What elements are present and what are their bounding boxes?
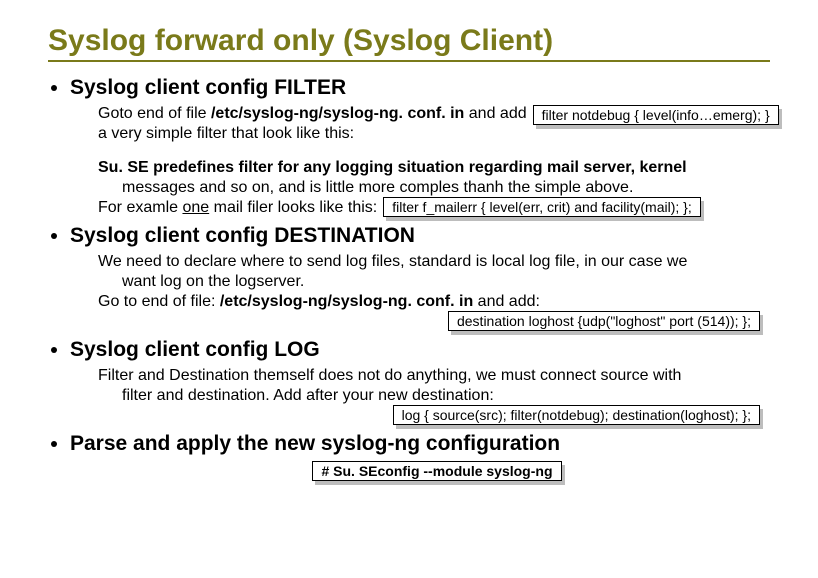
codebox-log: log { source(src); filter(notdebug); des… <box>393 406 760 426</box>
slide: Syslog forward only (Syslog Client) Sysl… <box>0 0 818 502</box>
page-title: Syslog forward only (Syslog Client) <box>48 24 770 58</box>
section-parse: Parse and apply the new syslog-ng config… <box>70 432 770 482</box>
filter-line1-row: Goto end of file /etc/syslog-ng/syslog-n… <box>98 104 770 144</box>
file-path: /etc/syslog-ng/syslog-ng. conf. in <box>220 293 473 310</box>
section-heading: Syslog client config LOG <box>70 338 320 361</box>
filter-body: Goto end of file /etc/syslog-ng/syslog-n… <box>98 104 770 218</box>
text: filter and destination. Add after your n… <box>122 386 770 406</box>
code: destination loghost {udp("loghost" port … <box>448 311 760 331</box>
codebox-filter-notdebug: filter notdebug { level(info…emerg); } <box>533 106 779 126</box>
codebox-filter-mailerr: filter f_mailerr { level(err, crit) and … <box>383 198 701 218</box>
code: log { source(src); filter(notdebug); des… <box>393 405 760 425</box>
log-codebox-row: log { source(src); filter(notdebug); des… <box>98 406 770 426</box>
code: filter f_mailerr { level(err, crit) and … <box>383 197 701 217</box>
text: messages and so on, and is little more c… <box>122 178 770 198</box>
filter-text-block: Goto end of file /etc/syslog-ng/syslog-n… <box>98 104 527 144</box>
codebox-suseconfig: # Su. SEconfig --module syslog-ng <box>312 462 561 482</box>
text: Su. SE predefines filter for any logging… <box>98 159 687 176</box>
text: a very simple filter that look like this… <box>98 125 354 142</box>
dest-codebox-row: destination loghost {udp("loghost" port … <box>98 312 770 332</box>
parse-body: # Su. SEconfig --module syslog-ng <box>98 462 770 482</box>
text: mail filer looks like this: <box>209 199 377 216</box>
spacer <box>98 144 770 158</box>
text: and add <box>464 105 526 122</box>
underlined: one <box>182 199 209 216</box>
text: and add: <box>473 293 540 310</box>
bullet-list: Syslog client config FILTER Goto end of … <box>48 76 770 482</box>
code: # Su. SEconfig --module syslog-ng <box>312 461 561 481</box>
text: We need to declare where to send log fil… <box>98 253 687 270</box>
section-heading: Syslog client config DESTINATION <box>70 224 415 247</box>
filter-example-row: For examle one mail filer looks like thi… <box>98 198 770 218</box>
title-underline <box>48 60 770 62</box>
text: Filter and Destination themself does not… <box>98 367 681 384</box>
text-line: For examle one mail filer looks like thi… <box>98 198 377 218</box>
log-body: Filter and Destination themself does not… <box>98 366 770 426</box>
section-heading: Parse and apply the new syslog-ng config… <box>70 432 560 455</box>
text: Go to end of file: <box>98 293 220 310</box>
file-path: /etc/syslog-ng/syslog-ng. conf. in <box>211 105 464 122</box>
section-filter: Syslog client config FILTER Goto end of … <box>70 76 770 218</box>
section-destination: Syslog client config DESTINATION We need… <box>70 224 770 332</box>
text: For examle <box>98 199 182 216</box>
text: want log on the logserver. <box>122 272 770 292</box>
dest-body: We need to declare where to send log fil… <box>98 252 770 332</box>
code: filter notdebug { level(info…emerg); } <box>533 105 779 125</box>
section-log: Syslog client config LOG Filter and Dest… <box>70 338 770 426</box>
text: Goto end of file <box>98 105 211 122</box>
codebox-destination: destination loghost {udp("loghost" port … <box>448 312 760 332</box>
section-heading: Syslog client config FILTER <box>70 76 346 99</box>
